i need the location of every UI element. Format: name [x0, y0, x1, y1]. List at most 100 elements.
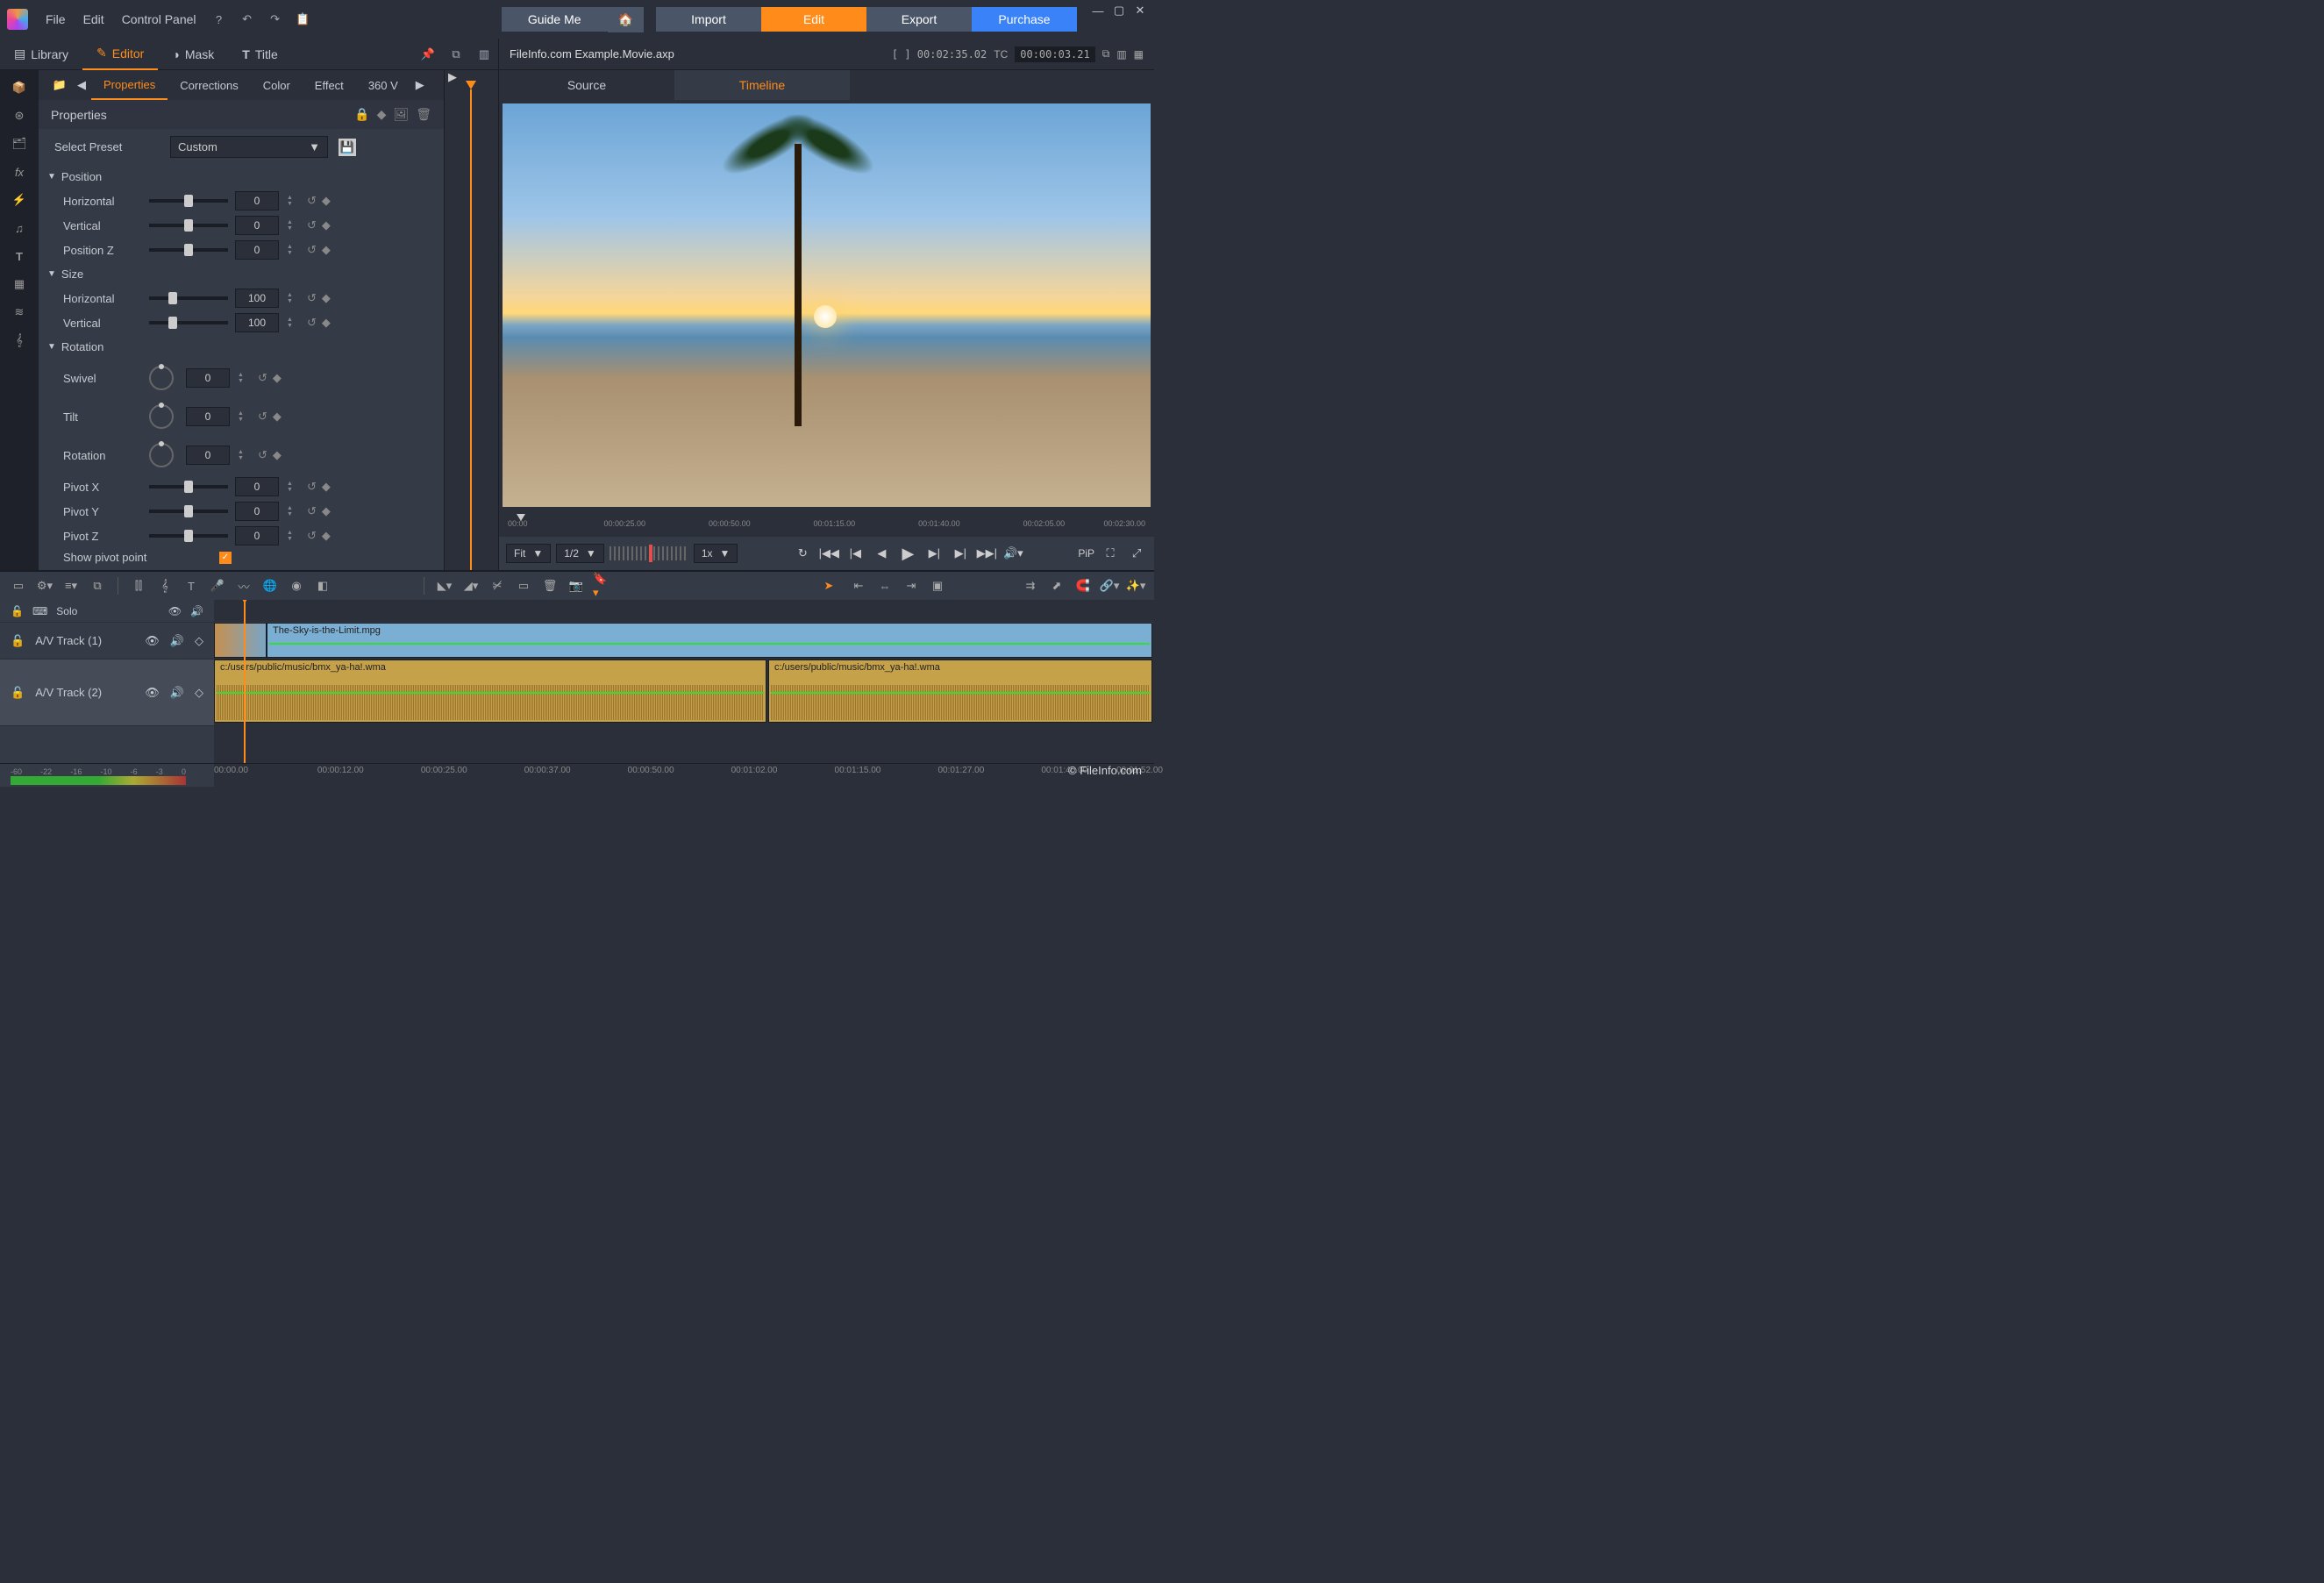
reset-icon[interactable]: ↺	[307, 218, 317, 232]
tl-magnet-icon[interactable]: 🧲	[1073, 576, 1093, 595]
sidebar-text-icon[interactable]: T	[0, 242, 39, 270]
save-preset-button[interactable]: 💾	[339, 139, 356, 156]
image-icon[interactable]: 🖼	[393, 107, 409, 122]
dial-tilt[interactable]	[149, 404, 174, 429]
tl-trim-in-icon[interactable]: ⇤	[849, 576, 868, 595]
input-tilt[interactable]	[186, 407, 230, 426]
timeline-ruler[interactable]: 00:00.00 00:00:12.00 00:00:25.00 00:00:3…	[214, 764, 1154, 786]
slider-horizontal[interactable]	[149, 199, 228, 203]
tl-trim-icon[interactable]: ⇔	[875, 576, 895, 595]
tl-treble-icon[interactable]: 𝄞	[155, 576, 175, 595]
export-button[interactable]: Export	[866, 7, 972, 32]
trash-icon[interactable]: 🗑	[416, 107, 431, 122]
keyframe-icon[interactable]: ◆	[322, 218, 331, 232]
keyframe-icon[interactable]: ◆	[273, 410, 282, 424]
keyframe-icon[interactable]: ◆	[273, 371, 282, 385]
stepper-pivot-x[interactable]: ▲▼	[287, 481, 293, 493]
reset-icon[interactable]: ↺	[307, 504, 317, 518]
slider-size-v[interactable]	[149, 321, 228, 324]
reset-icon[interactable]: ↺	[307, 291, 317, 305]
tl-insert-icon[interactable]: ⬈	[1047, 576, 1066, 595]
tl-trash-icon[interactable]: 🗑	[540, 576, 560, 595]
reset-icon[interactable]: ↺	[307, 529, 317, 543]
keyframe-icon[interactable]: ◆	[322, 291, 331, 305]
sub-tab-properties[interactable]: Properties	[91, 70, 168, 100]
tl-3d-icon[interactable]: ◉	[287, 576, 306, 595]
tl-copy-icon[interactable]: ⧉	[88, 576, 107, 595]
tab-mask[interactable]: ◑ Mask	[158, 39, 228, 70]
tl-eye-icon[interactable]: 👁	[145, 686, 160, 700]
sidebar-reel-icon[interactable]: ⊛	[0, 102, 39, 130]
input-pivot-y[interactable]	[235, 502, 279, 521]
tl-mic-icon[interactable]: 🎤	[208, 576, 227, 595]
kf-playhead[interactable]	[466, 81, 476, 89]
loop-icon[interactable]: ↻	[792, 543, 813, 564]
track-head-1[interactable]: 🔓 A/V Track (1) 👁 🔊 ◇	[0, 623, 214, 660]
input-vertical[interactable]	[235, 216, 279, 235]
reset-icon[interactable]: ↺	[307, 316, 317, 330]
tab-editor[interactable]: ✎ Editor	[82, 39, 158, 70]
tl-widescreen-icon[interactable]: ▭	[9, 576, 28, 595]
tc-out[interactable]: 00:00:03.21	[1015, 46, 1094, 62]
sub-tab-prev[interactable]: ◀	[72, 78, 91, 92]
input-rotation[interactable]	[186, 446, 230, 465]
preset-select[interactable]: Custom ▼	[170, 136, 328, 158]
group-position[interactable]: ▼Position	[39, 165, 444, 189]
undo-icon[interactable]: ↶	[237, 9, 258, 30]
slider-position-z[interactable]	[149, 248, 228, 252]
tl-ripple-icon[interactable]: ⇉	[1021, 576, 1040, 595]
import-button[interactable]: Import	[656, 7, 761, 32]
layout-icon[interactable]: ▥	[474, 44, 495, 65]
sub-tab-effect[interactable]: Effect	[303, 70, 356, 100]
tl-slip-icon[interactable]: ▭	[514, 576, 533, 595]
stepper-swivel[interactable]: ▲▼	[238, 372, 244, 384]
clip-audio-2[interactable]: c:/users/public/music/bmx_ya-ha!.wma	[768, 660, 1152, 723]
menu-edit[interactable]: Edit	[75, 9, 113, 30]
minimize-button[interactable]: ―	[1087, 2, 1109, 19]
clip-audio-1[interactable]: c:/users/public/music/bmx_ya-ha!.wma	[214, 660, 766, 723]
slider-pivot-z[interactable]	[149, 534, 228, 538]
stepper-rotation[interactable]: ▲▼	[238, 449, 244, 461]
tl-mark-in-icon[interactable]: ◣▾	[435, 576, 454, 595]
reset-icon[interactable]: ↺	[258, 371, 267, 385]
dual-view-icon[interactable]: ▥	[1116, 48, 1126, 61]
maximize-button[interactable]: ▢	[1109, 2, 1130, 19]
sidebar-treble-icon[interactable]: 𝄞	[0, 326, 39, 354]
redo-icon[interactable]: ↷	[265, 9, 286, 30]
reset-icon[interactable]: ↺	[307, 194, 317, 208]
sub-tab-360[interactable]: 360 V	[356, 70, 410, 100]
preview-tab-timeline[interactable]: Timeline	[674, 70, 850, 100]
prev-clip-icon[interactable]: |◀	[845, 543, 866, 564]
preview-timeline[interactable]: 00:00 00:00:25.00 00:00:50.00 00:01:15.0…	[499, 510, 1154, 537]
play-icon[interactable]: ▶	[897, 543, 918, 564]
tl-slide-icon[interactable]: ▣	[928, 576, 947, 595]
tl-trim-out-icon[interactable]: ⇥	[902, 576, 921, 595]
slider-vertical[interactable]	[149, 224, 228, 227]
tl-globe-icon[interactable]: 🌐	[260, 576, 280, 595]
stepper-pivot-z[interactable]: ▲▼	[287, 530, 293, 542]
solo-label[interactable]: Solo	[56, 605, 77, 617]
stepper-horizontal[interactable]: ▲▼	[287, 195, 293, 207]
frame-back-icon[interactable]: ◀	[871, 543, 892, 564]
timeline-tracks[interactable]: A The-Sky-is-the-Limit.mpg c:/users/publ…	[214, 600, 1154, 763]
input-pivot-z[interactable]	[235, 526, 279, 545]
track-head-2[interactable]: 🔓 A/V Track (2) 👁 🔊 ◇	[0, 660, 214, 726]
help-icon[interactable]: ?	[209, 9, 230, 30]
sub-tab-next[interactable]: ▶	[410, 78, 430, 92]
timeline-playhead[interactable]	[244, 600, 246, 763]
input-size-h[interactable]	[235, 289, 279, 308]
stepper-size-h[interactable]: ▲▼	[287, 292, 293, 304]
speed-select[interactable]: 1x▼	[694, 544, 738, 563]
popout-icon[interactable]: ⧉	[446, 44, 467, 65]
quality-select[interactable]: 1/2▼	[556, 544, 604, 563]
frame-fwd-icon[interactable]: ▶|	[923, 543, 945, 564]
tl-razor-off-icon[interactable]: ✂̸	[488, 576, 507, 595]
tl-view-icon[interactable]: ≡▾	[61, 576, 81, 595]
purchase-button[interactable]: Purchase	[972, 7, 1077, 32]
input-position-z[interactable]	[235, 240, 279, 260]
sidebar-fx-icon[interactable]: fx	[0, 158, 39, 186]
group-rotation[interactable]: ▼Rotation	[39, 335, 444, 359]
sidebar-layers-icon[interactable]: ≋	[0, 298, 39, 326]
sidebar-folders-icon[interactable]: 🗂	[0, 130, 39, 158]
preview-tab-source[interactable]: Source	[499, 70, 674, 100]
